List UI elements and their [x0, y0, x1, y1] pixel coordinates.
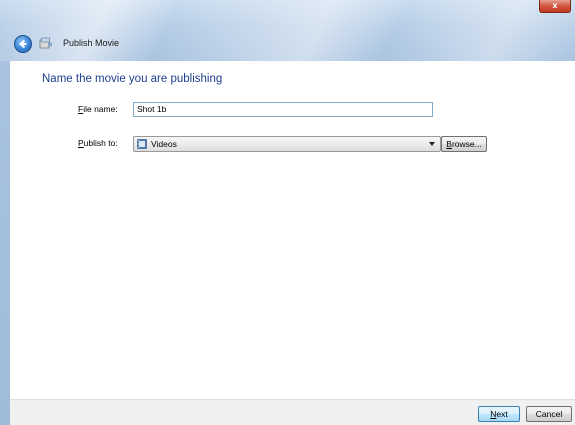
window-frame-left	[0, 61, 10, 425]
file-name-input[interactable]: Shot 1b	[133, 102, 433, 117]
browse-button[interactable]: Browse...	[441, 136, 487, 152]
window-title: Publish Movie	[63, 38, 120, 48]
publish-to-value: Videos	[151, 139, 177, 149]
wizard-content: Name the movie you are publishing File n…	[10, 61, 575, 399]
movie-maker-icon	[39, 37, 52, 49]
back-button[interactable]	[14, 35, 32, 53]
cancel-button[interactable]: Cancel	[526, 406, 572, 422]
next-button[interactable]: Next	[478, 406, 520, 422]
close-icon: x	[552, 1, 558, 10]
file-name-label-rest: ile name:	[83, 104, 118, 114]
next-label-rest: ext	[496, 409, 508, 419]
videos-folder-icon	[137, 139, 147, 149]
page-heading: Name the movie you are publishing	[42, 73, 223, 85]
title-bar: x Publish Movie	[0, 0, 575, 61]
browse-label-rest: rowse...	[451, 139, 482, 149]
publish-to-dropdown[interactable]: Videos	[133, 136, 441, 152]
wizard-footer: Next Cancel	[10, 399, 575, 425]
close-button[interactable]: x	[539, 0, 571, 13]
publish-to-label-rest: ublish to:	[83, 138, 118, 148]
chevron-down-icon[interactable]	[429, 142, 435, 146]
file-name-value: Shot 1b	[137, 104, 167, 114]
back-arrow-icon	[18, 39, 27, 49]
file-name-label: File name:	[78, 104, 118, 114]
publish-to-label: Publish to:	[78, 138, 118, 148]
